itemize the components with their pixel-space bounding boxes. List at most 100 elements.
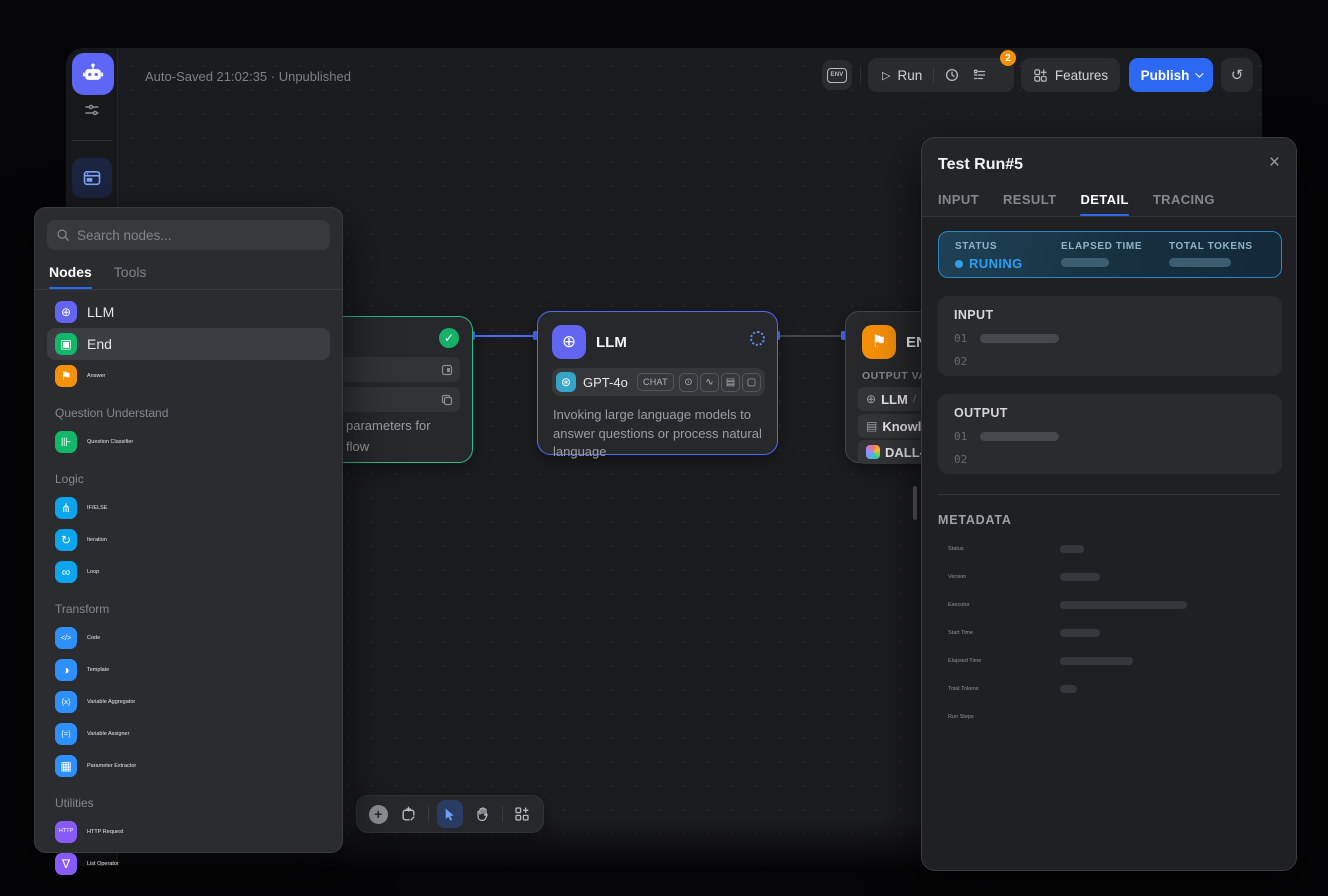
node-item-question-classifier[interactable]: ⊪ Question Classifier: [47, 426, 330, 458]
run-history-clock-icon[interactable]: [943, 66, 961, 84]
preferences-sliders-icon[interactable]: [84, 102, 100, 118]
version-history-button[interactable]: ↺: [1221, 58, 1253, 92]
checklist-icon[interactable]: [971, 66, 989, 84]
test-run-header: Test Run#5 × INPUT RESULT DETAIL TRACING: [922, 138, 1296, 216]
input-card: INPUT 01 02: [938, 296, 1282, 376]
add-note-button[interactable]: [397, 802, 419, 826]
metadata-skeleton: [1060, 573, 1100, 581]
topbar-divider: [860, 66, 861, 84]
start-node-description: parameters for flow: [346, 415, 431, 457]
app-root: ✓ parameters for flow ⊕ LLM: [0, 0, 1328, 896]
elapsed-label: ELAPSED TIME: [1061, 241, 1142, 252]
hand-mode-button[interactable]: [471, 802, 493, 826]
metadata-skeleton: [1060, 601, 1187, 609]
dalle-color-icon: [866, 445, 880, 459]
node-group-label: Transform: [47, 592, 330, 622]
node-group-label: Utilities: [47, 786, 330, 816]
document-capability-icon: ▢: [742, 373, 761, 392]
llm-node-title: LLM: [596, 334, 627, 351]
node-item-end[interactable]: ▣ End: [47, 328, 330, 360]
status-value: RUNING: [969, 256, 1023, 271]
node-type-icon: HTTP: [55, 821, 77, 843]
audio-capability-icon: ∿: [700, 373, 719, 392]
model-selector[interactable]: ⊛ GPT-4o CHAT ⊙ ∿ ▤ ▢: [552, 368, 765, 396]
metadata-row: Run Steps: [938, 703, 1280, 731]
node-type-icon: ∇: [55, 853, 77, 875]
llm-node-description: Invoking large language models to answer…: [553, 406, 767, 462]
canvas-scrollbar-thumb[interactable]: [913, 486, 917, 520]
run-button[interactable]: Run: [897, 68, 922, 83]
llm-node-icon: ⊕: [552, 325, 586, 359]
tab-input[interactable]: INPUT: [938, 192, 979, 216]
chat-mode-badge: CHAT: [637, 373, 674, 391]
search-input[interactable]: [77, 228, 321, 243]
tab-detail[interactable]: DETAIL: [1080, 192, 1128, 216]
node-item-list-operator[interactable]: ∇ List Operator: [47, 848, 330, 880]
output-row: 02: [954, 453, 1266, 466]
metadata-title: METADATA: [938, 513, 1280, 527]
node-item-template[interactable]: ◑ Template: [47, 654, 330, 686]
node-type-icon: ▦: [55, 755, 77, 777]
tab-nodes[interactable]: Nodes: [49, 264, 92, 289]
publish-button[interactable]: Publish: [1129, 58, 1213, 92]
node-type-icon: ⊪: [55, 431, 77, 453]
node-panel-tabs: Nodes Tools: [49, 264, 328, 289]
vision-capability-icon: ⊙: [679, 373, 698, 392]
run-panel-tabs: INPUT RESULT DETAIL TRACING: [938, 192, 1280, 216]
metadata-row: Executor: [938, 591, 1280, 619]
node-type-icon: ◑: [55, 659, 77, 681]
pointer-mode-button[interactable]: [437, 800, 463, 828]
panel-title: Test Run#5: [938, 156, 1280, 174]
node-item-variable-aggregator[interactable]: {x} Variable Aggregator: [47, 686, 330, 718]
output-row: 01: [954, 430, 1266, 443]
metadata-row: Start Time: [938, 619, 1280, 647]
node-item-variable-assigner[interactable]: {=} Variable Assigner: [47, 718, 330, 750]
node-type-icon: {=}: [55, 723, 77, 745]
metadata-skeleton: [1060, 685, 1077, 693]
node-type-icon: </>: [55, 627, 77, 649]
sidebar-divider: [72, 140, 112, 141]
metadata-skeleton: [1060, 629, 1100, 637]
autosave-status: Auto-Saved 21:02:35 · Unpublished: [145, 69, 351, 84]
env-variables-button[interactable]: ENV: [822, 60, 852, 90]
test-run-panel: Test Run#5 × INPUT RESULT DETAIL TRACING…: [921, 137, 1297, 871]
node-type-icon: ▣: [55, 333, 77, 355]
node-type-icon: ∞: [55, 561, 77, 583]
node-item-loop[interactable]: ∞ Loop: [47, 556, 330, 588]
organize-nodes-button[interactable]: [511, 802, 533, 826]
env-icon: ENV: [827, 68, 847, 83]
tab-result[interactable]: RESULT: [1003, 192, 1056, 216]
tab-tracing[interactable]: TRACING: [1153, 192, 1215, 216]
node-item-llm[interactable]: ⊕ LLM: [47, 296, 330, 328]
node-search[interactable]: [47, 220, 330, 250]
features-button[interactable]: Features: [1021, 58, 1120, 92]
run-status-card: STATUS ELAPSED TIME TOTAL TOKENS RUNING: [938, 231, 1282, 278]
node-item-http-request[interactable]: HTTP HTTP Request: [47, 816, 330, 848]
status-label: STATUS: [955, 241, 997, 252]
node-item-code[interactable]: </> Code: [47, 622, 330, 654]
elapsed-skeleton: [1061, 258, 1109, 267]
cursor-icon: [442, 807, 457, 822]
model-name: GPT-4o: [583, 375, 637, 390]
metadata-skeleton: [1060, 545, 1084, 553]
play-icon[interactable]: ▷: [882, 69, 890, 82]
end-node-icon: ⚑: [862, 325, 896, 359]
node-item-parameter-extractor[interactable]: ▦ Parameter Extractor: [47, 750, 330, 782]
close-icon[interactable]: ×: [1269, 152, 1280, 174]
metadata-skeleton: [1060, 657, 1133, 665]
preview-window-icon[interactable]: [72, 158, 112, 198]
search-icon: [56, 228, 70, 242]
node-item-iteration[interactable]: ↻ Iteration: [47, 524, 330, 556]
edge-llm-to-end: [778, 335, 845, 337]
node-item-answer[interactable]: ⚑ Answer: [47, 360, 330, 392]
node-group-label: Logic: [47, 462, 330, 492]
metadata-list: Status Version Executor Start Time Elaps…: [938, 535, 1280, 731]
node-item-if-else[interactable]: ⋔ IF/ELSE: [47, 492, 330, 524]
tab-tools[interactable]: Tools: [114, 264, 147, 289]
llm-node[interactable]: ⊕ LLM ⊛ GPT-4o CHAT ⊙ ∿ ▤ ▢ Invoking lar…: [537, 311, 778, 455]
app-logo-icon[interactable]: [72, 53, 114, 95]
node-type-icon: ⊕: [55, 301, 77, 323]
add-node-button[interactable]: +: [367, 802, 389, 826]
node-type-icon: {x}: [55, 691, 77, 713]
llm-var-icon: ⊕: [866, 392, 876, 406]
